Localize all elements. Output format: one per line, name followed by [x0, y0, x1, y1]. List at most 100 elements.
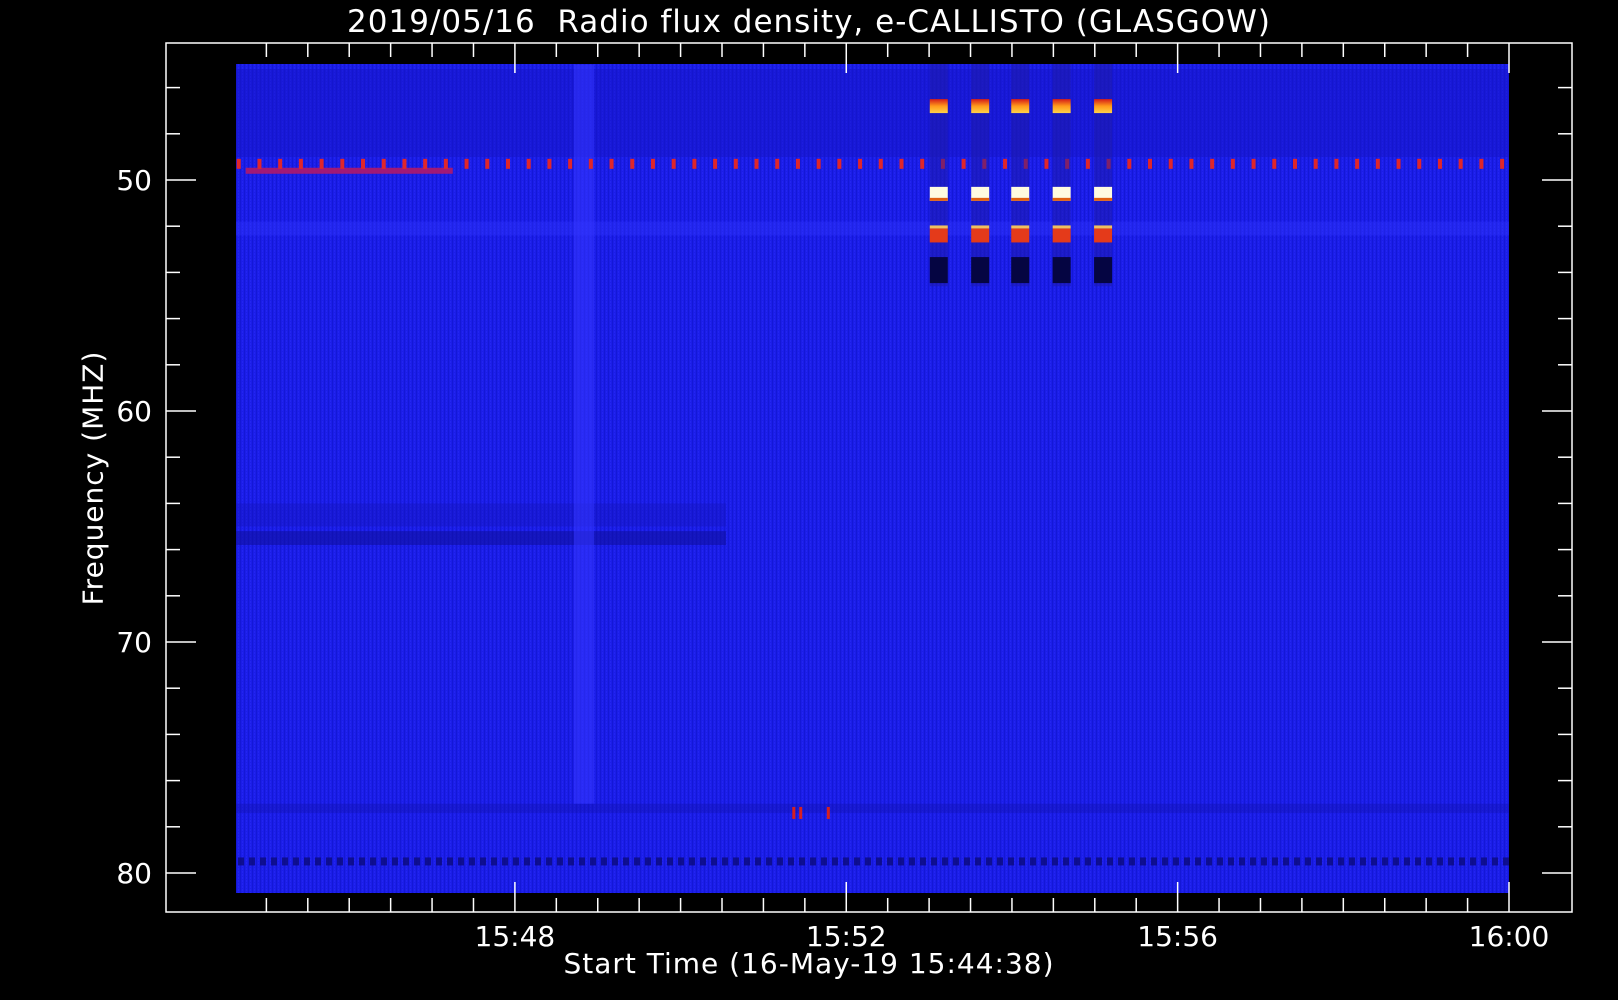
dark-dash [755, 857, 761, 866]
red-dot [1085, 158, 1090, 169]
red-dot [1355, 158, 1360, 169]
dark-dash [612, 857, 618, 866]
red-dot [920, 158, 925, 169]
red-dot [588, 158, 593, 169]
red-mark [799, 806, 803, 819]
dark-dash [744, 857, 750, 866]
dark-dash [1173, 857, 1179, 866]
dark-dash [656, 857, 662, 866]
red-dot [298, 158, 303, 169]
dark-dash [887, 857, 893, 866]
red-dot [361, 158, 366, 169]
calibration-block [971, 257, 990, 284]
dark-dash [1030, 857, 1036, 866]
dark-dash [942, 857, 948, 866]
dark-dash [975, 857, 981, 866]
red-dot [236, 158, 241, 169]
dark-dash [1371, 857, 1377, 866]
dark-dash [634, 857, 640, 866]
red-dot [1458, 158, 1463, 169]
red-dot [878, 158, 883, 169]
plot-svg: 5060708015:48 15:52 15:56 16:00 [116, 42, 1573, 953]
calibration-block-edge [929, 225, 948, 229]
calibration-block [929, 228, 948, 243]
calibration-block-edge [1011, 197, 1030, 201]
dark-dash [568, 857, 574, 866]
texture-band [236, 803, 1509, 813]
red-dot [319, 158, 324, 169]
dark-dash [1305, 857, 1311, 866]
red-dot [630, 158, 635, 169]
red-dot [423, 158, 428, 169]
red-dot [485, 158, 490, 169]
red-dot [340, 158, 345, 169]
dark-dash [348, 857, 354, 866]
dark-dash [1052, 857, 1058, 866]
spectrogram-background [236, 64, 1509, 893]
red-dot [402, 158, 407, 169]
dark-dash [1481, 857, 1487, 866]
dark-dash [1250, 857, 1256, 866]
y-axis-label: Frequency (MHZ) [76, 350, 110, 606]
dark-dash [1426, 857, 1432, 866]
dark-dash [513, 857, 519, 866]
calibration-block [971, 228, 990, 243]
dark-dash [1129, 857, 1135, 866]
dark-dash [403, 857, 409, 866]
dark-dash [282, 857, 288, 866]
red-dot [1417, 158, 1422, 169]
red-dot [858, 158, 863, 169]
dark-dash [909, 857, 915, 866]
calibration-block-edge [971, 225, 990, 229]
dark-dash [964, 857, 970, 866]
dark-dash [700, 857, 706, 866]
texture-band [236, 221, 1509, 236]
calibration-block [1011, 257, 1030, 284]
dark-dash [1404, 857, 1410, 866]
dark-dash [601, 857, 607, 866]
dark-dash [1338, 857, 1344, 866]
dark-dash [1261, 857, 1267, 866]
calibration-block [1011, 228, 1030, 243]
red-dot [1168, 158, 1173, 169]
dark-dash [799, 857, 805, 866]
dark-dash [997, 857, 1003, 866]
red-dot [1003, 158, 1008, 169]
red-dot [1396, 158, 1401, 169]
red-dot [1479, 158, 1484, 169]
red-dot [961, 158, 966, 169]
red-dot [816, 158, 821, 169]
dark-dash [865, 857, 871, 866]
red-dot [713, 158, 718, 169]
red-dot [1313, 158, 1318, 169]
dark-dash [546, 857, 552, 866]
red-dot [1251, 158, 1256, 169]
dark-dash [1085, 857, 1091, 866]
dark-dash [392, 857, 398, 866]
dark-dash [986, 857, 992, 866]
dark-dash [1492, 857, 1498, 866]
dark-dash [260, 857, 266, 866]
dark-dash [590, 857, 596, 866]
dark-dash [1008, 857, 1014, 866]
dark-dash [447, 857, 453, 866]
calibration-block [1052, 228, 1071, 243]
y-tick-label: 70 [116, 626, 152, 659]
calibration-block-edge [1052, 225, 1071, 229]
dark-dash [1393, 857, 1399, 866]
dark-dash [557, 857, 563, 866]
dark-dash [293, 857, 299, 866]
red-dot [547, 158, 552, 169]
red-dot [650, 158, 655, 169]
dark-dash [1195, 857, 1201, 866]
red-dot [1189, 158, 1194, 169]
calibration-block [1011, 99, 1030, 114]
dark-dash [832, 857, 838, 866]
red-dot [1148, 158, 1153, 169]
dark-dash [821, 857, 827, 866]
dark-dash [315, 857, 321, 866]
calibration-block [1052, 257, 1071, 284]
red-dot [1044, 158, 1049, 169]
red-dot [568, 158, 573, 169]
calibration-block-edge [1052, 197, 1071, 201]
